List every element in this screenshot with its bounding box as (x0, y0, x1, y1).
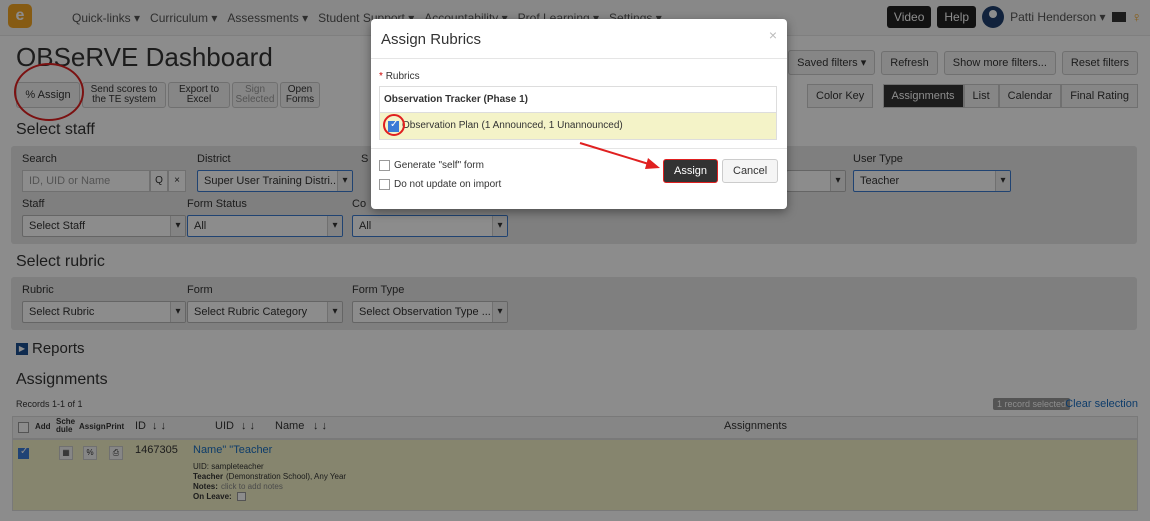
required-marker: * (379, 71, 383, 82)
modal-title: Assign Rubrics (381, 31, 482, 48)
assign-rubrics-modal: Assign Rubrics × * Rubrics Observation T… (371, 19, 787, 209)
rubric-group-title: Observation Tracker (Phase 1) (384, 94, 528, 105)
no-update-option[interactable]: Do not update on import (379, 179, 501, 190)
modal-assign-button[interactable]: Assign (663, 159, 719, 183)
rubric-group: Observation Tracker (Phase 1) Observatio… (379, 86, 777, 140)
generate-self-checkbox[interactable] (379, 160, 390, 171)
rubrics-label-text: Rubrics (385, 71, 420, 82)
annotation-circle (383, 114, 405, 136)
annotation-arrow (579, 142, 660, 169)
generate-self-option[interactable]: Generate "self" form (379, 160, 484, 171)
rubric-item[interactable]: Observation Plan (1 Announced, 1 Unannou… (380, 112, 776, 139)
no-update-checkbox[interactable] (379, 179, 390, 190)
generate-self-label: Generate "self" form (394, 160, 484, 171)
divider (371, 58, 787, 59)
rubric-item-label: Observation Plan (1 Announced, 1 Unannou… (402, 120, 623, 131)
close-icon[interactable]: × (769, 27, 777, 43)
no-update-label: Do not update on import (394, 179, 502, 190)
modal-cancel-button[interactable]: Cancel (722, 159, 779, 183)
rubrics-label: * Rubrics (379, 71, 420, 82)
